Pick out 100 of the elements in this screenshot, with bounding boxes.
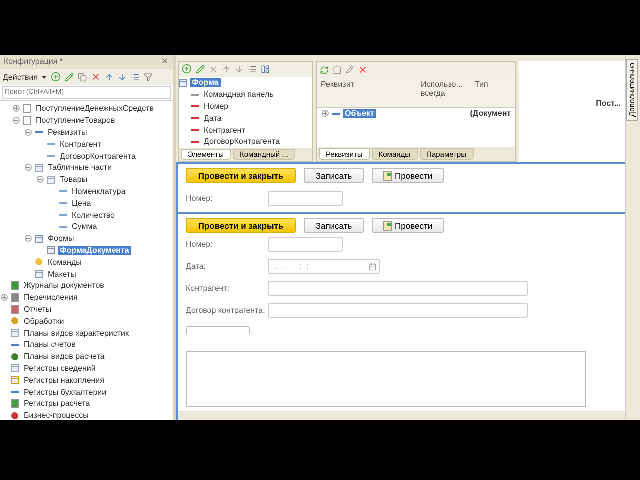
- tree-item[interactable]: Номер: [202, 102, 231, 111]
- dot-icon: [11, 412, 19, 420]
- close-icon[interactable]: [161, 57, 169, 65]
- arrow-up-icon[interactable]: [105, 72, 114, 82]
- tree-item[interactable]: Обработки: [22, 316, 66, 326]
- input-field[interactable]: [268, 281, 528, 296]
- tree-item[interactable]: Перечисления: [22, 293, 80, 302]
- collapse-icon[interactable]: [25, 164, 32, 172]
- page-icon: [11, 399, 19, 408]
- tree-item[interactable]: Планы видов расчета: [22, 352, 107, 362]
- dot-icon: [11, 352, 19, 361]
- tree-item[interactable]: Контрагент: [202, 126, 248, 135]
- tree-item[interactable]: Номенклатура: [70, 186, 128, 196]
- field-label: Контрагент:: [186, 284, 231, 293]
- expand-icon[interactable]: [13, 105, 20, 112]
- arrow-down-icon[interactable]: [235, 64, 244, 74]
- grid-icon: [47, 246, 55, 254]
- dot-icon: [11, 317, 19, 326]
- tree-item[interactable]: Регистры расчета: [22, 399, 92, 408]
- tree-item[interactable]: ПоступлениеДенежныхСредств: [34, 104, 156, 114]
- tree-item[interactable]: Реквизиты: [46, 128, 90, 137]
- field-label: Номер:: [186, 240, 214, 249]
- list-icon[interactable]: [131, 72, 140, 82]
- calendar-icon: [369, 262, 377, 270]
- document-icon: [383, 220, 392, 230]
- tree-item[interactable]: Макеты: [46, 270, 78, 279]
- layout-icon[interactable]: [261, 64, 270, 74]
- input-field[interactable]: [268, 191, 343, 206]
- add-icon[interactable]: [51, 72, 62, 82]
- tree-item[interactable]: Бизнес-процессы: [22, 411, 91, 420]
- tree-item[interactable]: Количество: [70, 210, 117, 220]
- refresh-icon[interactable]: [320, 66, 329, 74]
- filter-icon[interactable]: [144, 72, 154, 82]
- field-label: Номер:: [186, 194, 214, 203]
- form-button[interactable]: Провести и закрыть: [186, 168, 296, 183]
- horizontal-scrollbar[interactable]: [178, 411, 625, 420]
- pencil-icon[interactable]: [65, 72, 74, 82]
- delete-icon[interactable]: [91, 72, 102, 82]
- field-label: Договор контрагента:: [186, 306, 266, 315]
- tree-item[interactable]: ДоговорКонтрагента: [202, 137, 282, 146]
- list-icon[interactable]: [248, 64, 257, 74]
- tree-item[interactable]: Контрагент: [58, 140, 104, 149]
- attribute-name[interactable]: Объект: [343, 109, 376, 118]
- comment-field[interactable]: [186, 351, 586, 407]
- tree-item[interactable]: Журналы документов: [22, 281, 106, 290]
- form-button[interactable]: Провести: [372, 218, 444, 233]
- grid-icon: [11, 376, 19, 384]
- collapse-icon[interactable]: [13, 117, 20, 124]
- grid-icon: [35, 234, 43, 243]
- tree-item[interactable]: Регистры сведений: [22, 364, 98, 373]
- collapse-icon[interactable]: [25, 235, 32, 242]
- tree-item[interactable]: Командная панель: [202, 90, 276, 100]
- tree-item[interactable]: Регистры бухгалтерии: [22, 388, 109, 397]
- pencil-icon[interactable]: [346, 66, 354, 74]
- tree-item[interactable]: Сумма: [70, 222, 100, 232]
- grid-icon: [47, 176, 55, 184]
- column-header: Реквизит: [321, 80, 356, 89]
- grid-icon: [11, 329, 19, 338]
- tree-item[interactable]: ФормаДокумента: [58, 246, 132, 255]
- input-field[interactable]: [268, 303, 528, 318]
- input-field[interactable]: [268, 237, 343, 252]
- actions-menu[interactable]: Действия: [3, 72, 38, 82]
- tree-item[interactable]: Табличные части: [46, 163, 114, 172]
- expand-icon[interactable]: [322, 110, 329, 118]
- tree-item[interactable]: Дата: [202, 114, 224, 123]
- pencil-icon[interactable]: [196, 64, 205, 74]
- tree-item[interactable]: Формы: [46, 234, 76, 244]
- grid-icon: [179, 78, 187, 87]
- tree-item[interactable]: Цена: [70, 198, 94, 208]
- delete-icon[interactable]: [209, 64, 218, 74]
- tree-item[interactable]: ПоступлениеТоваров: [34, 116, 118, 126]
- tree-item[interactable]: Товары: [58, 175, 90, 184]
- delete-icon[interactable]: [358, 65, 368, 75]
- column-header: Тип: [475, 80, 490, 89]
- form-button[interactable]: Провести и закрыть: [186, 218, 296, 233]
- arrow-down-icon[interactable]: [118, 72, 128, 82]
- tree-item[interactable]: Регистры накопления: [22, 376, 106, 385]
- arrow-up-icon[interactable]: [222, 64, 231, 74]
- collapse-icon[interactable]: [25, 128, 32, 136]
- grid-icon: [35, 164, 43, 172]
- collapse-icon[interactable]: [37, 176, 44, 184]
- caret-icon[interactable]: [42, 76, 48, 78]
- add-icon[interactable]: [182, 64, 192, 74]
- tree-item[interactable]: ДоговорКонтрагента: [58, 152, 138, 161]
- copy-icon[interactable]: [78, 72, 88, 82]
- tree-item[interactable]: Планы видов характеристик: [22, 328, 131, 338]
- small-button[interactable]: [186, 326, 250, 334]
- tree-item[interactable]: Планы счетов: [22, 340, 78, 350]
- field-label: Дата:: [186, 262, 207, 271]
- tree-item[interactable]: Команды: [46, 258, 84, 267]
- form-button[interactable]: Записать: [304, 218, 364, 233]
- square-icon[interactable]: [333, 66, 342, 74]
- grid-icon: [35, 270, 43, 278]
- form-button[interactable]: Записать: [304, 168, 364, 183]
- dash-icon: [11, 388, 19, 396]
- tree-item[interactable]: Форма: [190, 78, 221, 88]
- form-button[interactable]: Провести: [372, 168, 444, 183]
- expand-icon[interactable]: [1, 294, 8, 302]
- table-cell: Пост...: [596, 99, 621, 108]
- tree-item[interactable]: Отчеты: [22, 304, 54, 314]
